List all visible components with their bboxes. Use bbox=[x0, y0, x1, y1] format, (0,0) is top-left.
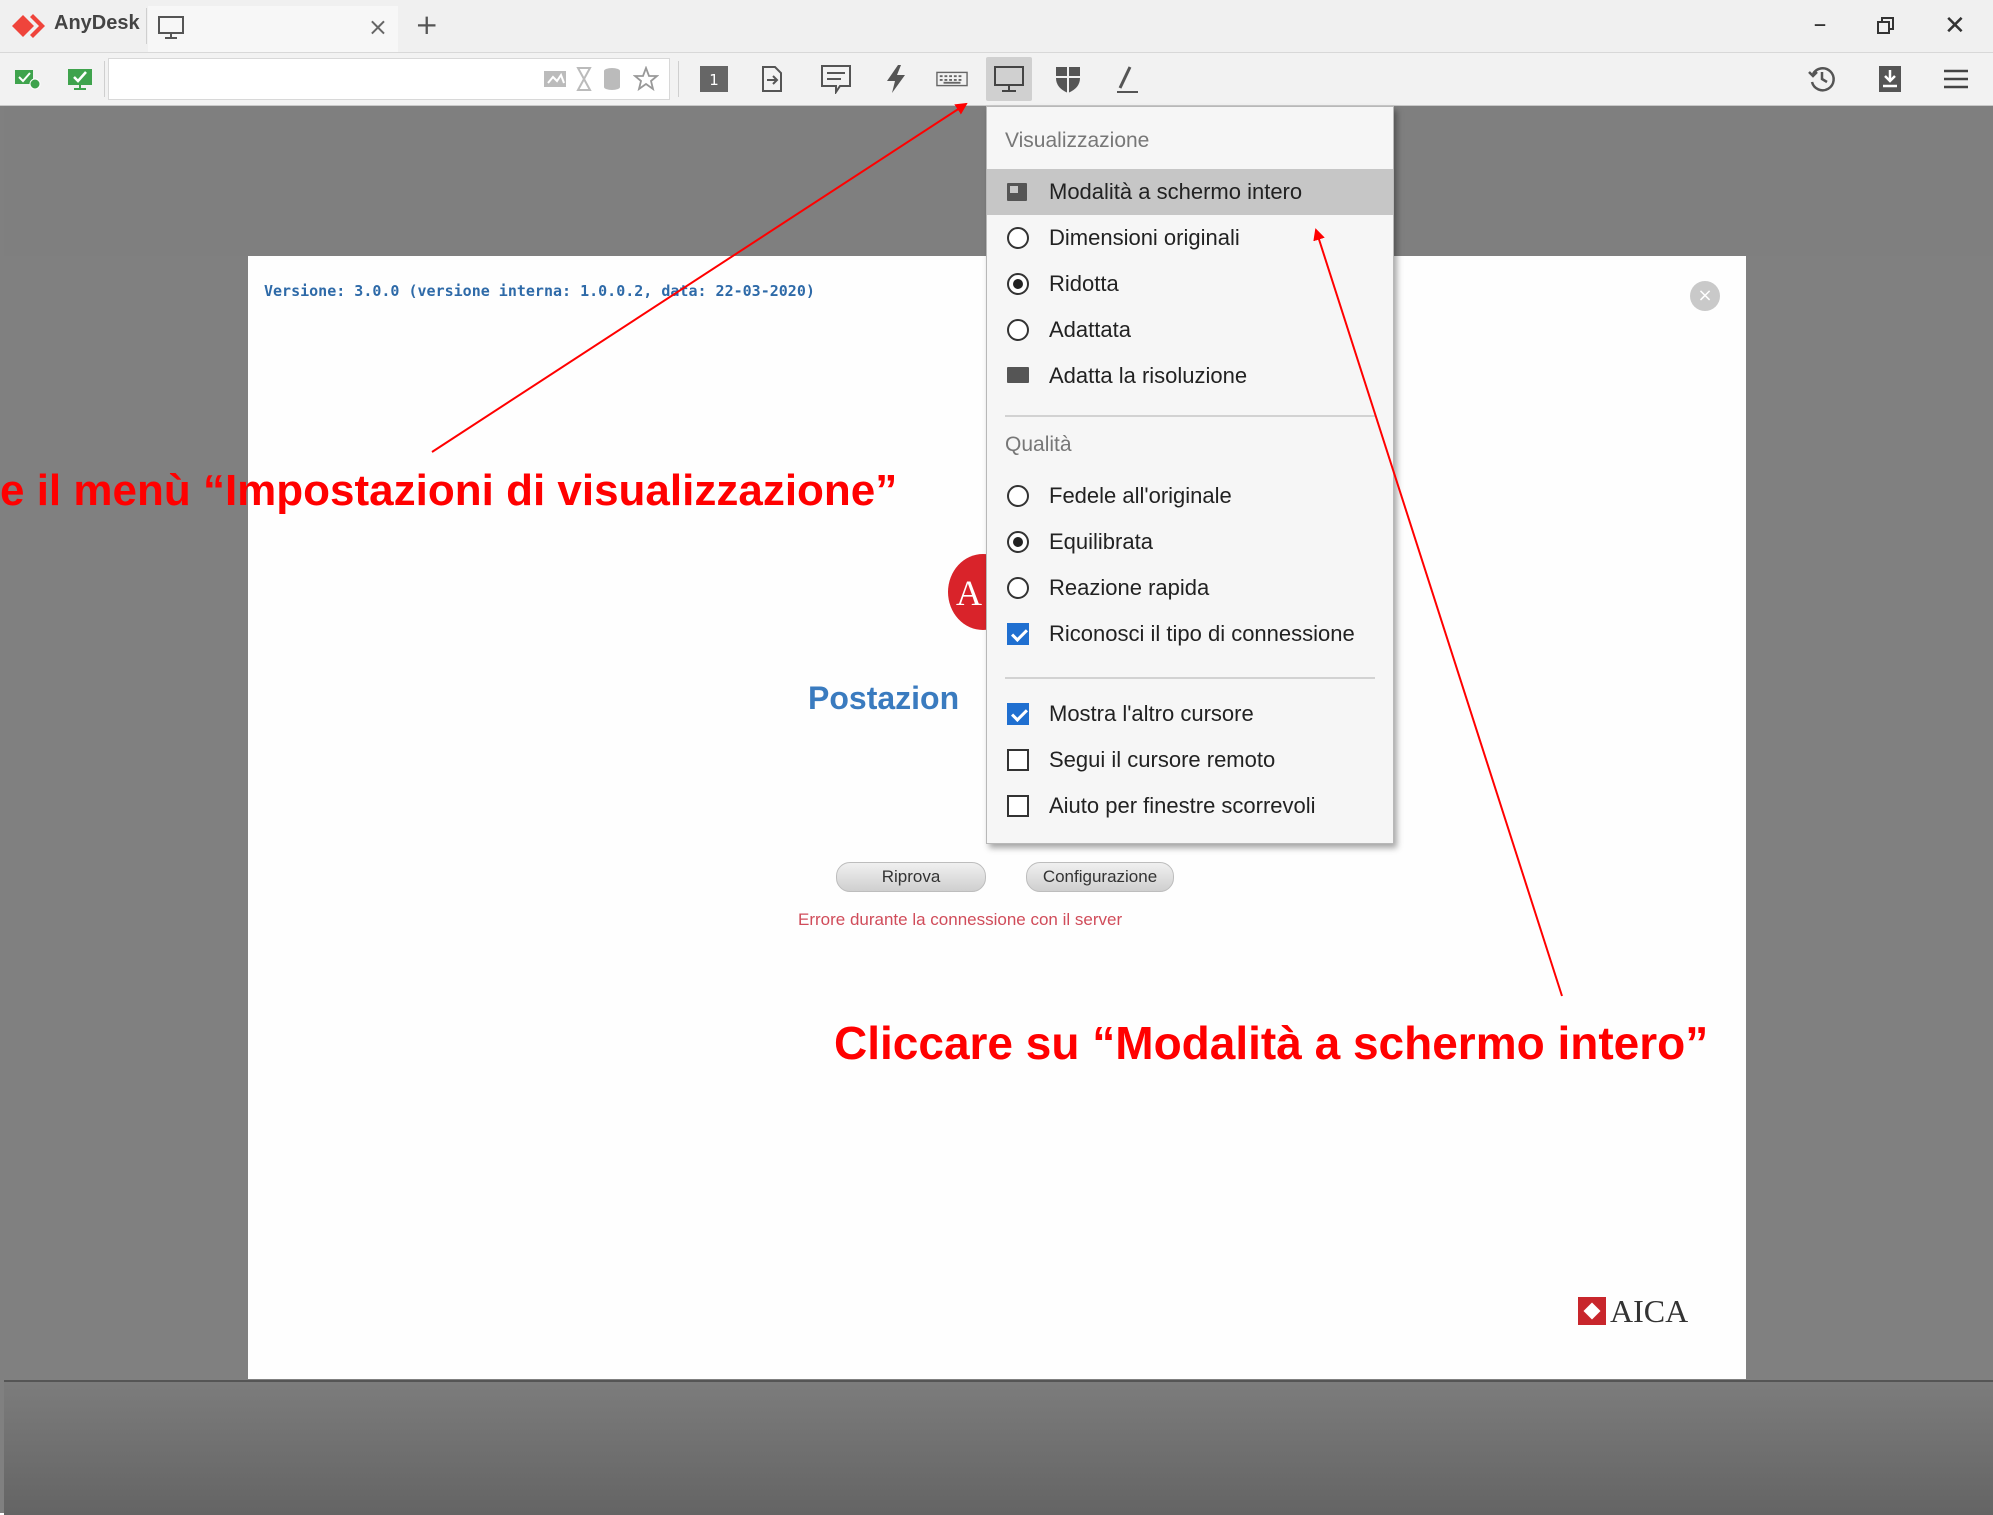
connection-status-icon[interactable] bbox=[12, 63, 44, 95]
radio-balanced[interactable] bbox=[1007, 531, 1029, 553]
radio-original-size[interactable] bbox=[1007, 227, 1029, 249]
menu-item-label: Adattata bbox=[1049, 317, 1131, 342]
display-settings-icon[interactable] bbox=[986, 57, 1032, 101]
menu-item-label: Aiuto per finestre scorrevoli bbox=[1049, 793, 1316, 818]
aica-brand: AICA bbox=[1578, 1292, 1689, 1329]
annotation-open-display-menu: e il menù “Impostazioni di visualizzazio… bbox=[0, 466, 898, 515]
connection-error-text: Errore durante la connessione con il ser… bbox=[798, 910, 1123, 929]
menu-item-balanced[interactable]: Equilibrata bbox=[987, 519, 1393, 565]
menu-item-label: Riconosci il tipo di connessione bbox=[1049, 621, 1355, 646]
remote-desk-icon[interactable] bbox=[64, 63, 96, 95]
restore-button[interactable] bbox=[1877, 17, 1895, 35]
checkbox-scroll-help[interactable] bbox=[1007, 795, 1029, 817]
checkbox-detect-connection[interactable] bbox=[1007, 623, 1029, 645]
new-tab-button[interactable]: + bbox=[415, 8, 438, 42]
display-settings-menu: Visualizzazione Modalità a schermo inter… bbox=[986, 106, 1394, 844]
history-icon[interactable] bbox=[1806, 63, 1838, 95]
menu-item-label: Segui il cursore remoto bbox=[1049, 747, 1276, 772]
menu-item-detect-connection[interactable]: Riconosci il tipo di connessione bbox=[987, 611, 1393, 657]
permissions-shield-icon[interactable] bbox=[1052, 63, 1084, 95]
svg-text:1: 1 bbox=[709, 71, 719, 89]
close-window-button[interactable]: ✕ bbox=[1944, 6, 1966, 46]
aica-brand-text: AICA bbox=[1610, 1292, 1689, 1329]
file-transfer-icon[interactable] bbox=[756, 63, 788, 95]
fullscreen-icon bbox=[1007, 183, 1027, 201]
annotation-click-fullscreen: Cliccare su “Modalità a schermo intero” bbox=[834, 1017, 1709, 1069]
app-name: AnyDesk bbox=[54, 12, 140, 34]
tab-divider bbox=[146, 8, 147, 44]
menu-item-label: Equilibrata bbox=[1049, 529, 1153, 554]
radio-reduced[interactable] bbox=[1007, 273, 1029, 295]
retry-button[interactable]: Riprova bbox=[836, 862, 986, 892]
menu-item-label: Ridotta bbox=[1049, 271, 1119, 296]
session-tab[interactable]: × bbox=[148, 6, 398, 52]
menu-item-show-cursor[interactable]: Mostra l'altro cursore bbox=[987, 691, 1393, 737]
monitor-icon bbox=[158, 16, 184, 39]
menu-item-fullscreen[interactable]: Modalità a schermo intero bbox=[987, 169, 1393, 215]
radio-faithful[interactable] bbox=[1007, 485, 1029, 507]
menu-item-label: Dimensioni originali bbox=[1049, 225, 1240, 250]
checkbox-show-cursor[interactable] bbox=[1007, 703, 1029, 725]
checkbox-follow-cursor[interactable] bbox=[1007, 749, 1029, 771]
menu-item-faithful[interactable]: Fedele all'originale bbox=[987, 473, 1393, 519]
radio-fitted[interactable] bbox=[1007, 319, 1029, 341]
menu-item-label: Fedele all'originale bbox=[1049, 483, 1232, 508]
monitor-number-icon[interactable]: 1 bbox=[698, 63, 730, 95]
database-icon[interactable] bbox=[596, 63, 628, 95]
remote-close-icon[interactable]: × bbox=[1690, 281, 1720, 311]
minimize-button[interactable]: – bbox=[1805, 4, 1835, 44]
workstation-title: Postazion bbox=[808, 680, 960, 716]
menu-item-fast-reaction[interactable]: Reazione rapida bbox=[987, 565, 1393, 611]
keyboard-icon[interactable] bbox=[936, 63, 968, 95]
radio-fast-reaction[interactable] bbox=[1007, 577, 1029, 599]
menu-item-reduced[interactable]: Ridotta bbox=[987, 261, 1393, 307]
menu-item-label: Mostra l'altro cursore bbox=[1049, 701, 1254, 726]
anydesk-logo-icon bbox=[12, 14, 45, 38]
anydesk-window: AnyDesk × + – ✕ 1 Versione: 3.0.0 (versi… bbox=[0, 0, 1993, 1515]
menu-item-adapt-resolution[interactable]: Adatta la risoluzione bbox=[987, 353, 1393, 399]
tab-close-icon[interactable]: × bbox=[368, 12, 388, 42]
menu-divider bbox=[1005, 415, 1375, 417]
toolbar-separator bbox=[104, 61, 105, 97]
menu-section-display: Visualizzazione bbox=[1005, 129, 1150, 152]
title-bar: AnyDesk × + – ✕ bbox=[0, 0, 1993, 53]
menu-item-fitted[interactable]: Adattata bbox=[987, 307, 1393, 353]
main-menu-icon[interactable] bbox=[1940, 63, 1972, 95]
menu-item-follow-cursor[interactable]: Segui il cursore remoto bbox=[987, 737, 1393, 783]
actions-lightning-icon[interactable] bbox=[880, 63, 912, 95]
favorite-star-icon[interactable] bbox=[630, 63, 662, 95]
menu-divider bbox=[1005, 677, 1375, 679]
pen-draw-icon[interactable] bbox=[1112, 63, 1144, 95]
install-download-icon[interactable] bbox=[1874, 63, 1906, 95]
remote-background-bottom bbox=[4, 1380, 1993, 1515]
menu-section-quality: Qualità bbox=[1005, 433, 1072, 456]
menu-item-scroll-help[interactable]: Aiuto per finestre scorrevoli bbox=[987, 783, 1393, 829]
toolbar-separator bbox=[678, 61, 679, 97]
resolution-icon bbox=[1007, 367, 1029, 383]
menu-item-label: Reazione rapida bbox=[1049, 575, 1210, 600]
configuration-button[interactable]: Configurazione bbox=[1026, 862, 1174, 892]
menu-item-original-size[interactable]: Dimensioni originali bbox=[987, 215, 1393, 261]
aica-logo-icon bbox=[1578, 1297, 1606, 1325]
logo-letter: A bbox=[956, 573, 982, 613]
menu-item-label: Adatta la risoluzione bbox=[1049, 363, 1248, 388]
menu-item-label: Modalità a schermo intero bbox=[1049, 179, 1303, 204]
version-text: Versione: 3.0.0 (versione interna: 1.0.0… bbox=[264, 282, 815, 300]
toolbar: 1 bbox=[0, 53, 1993, 106]
chat-icon[interactable] bbox=[820, 63, 852, 95]
